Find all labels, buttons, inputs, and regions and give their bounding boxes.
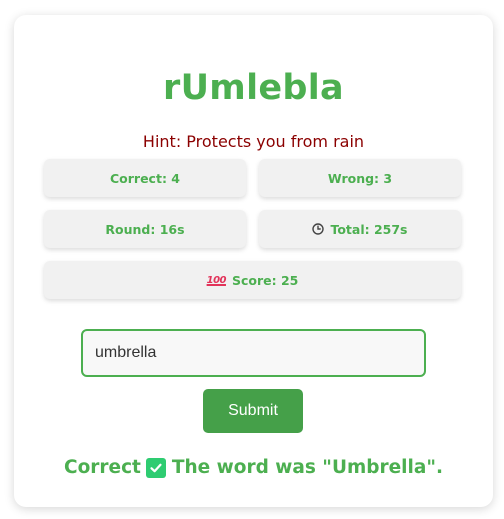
wrong-count-box: Wrong: 3 bbox=[259, 159, 461, 197]
feedback-text: The word was "Umbrella". bbox=[171, 457, 443, 478]
hundred-points-icon: 100 bbox=[206, 274, 227, 286]
check-mark-icon bbox=[145, 457, 166, 478]
total-timer-box: Total: 257s bbox=[259, 210, 461, 248]
feedback-message: Correct The word was "Umbrella". bbox=[14, 457, 493, 478]
wrong-count-label: Wrong: 3 bbox=[327, 170, 393, 186]
correct-count-label: Correct: 4 bbox=[109, 170, 180, 186]
hint-text: Hint: Protects you from rain bbox=[142, 132, 365, 151]
feedback-prefix: Correct bbox=[64, 457, 141, 478]
score-label: Score: 25 bbox=[231, 272, 299, 288]
clock-icon bbox=[312, 223, 325, 235]
correct-count-box: Correct: 4 bbox=[44, 159, 246, 197]
score-box: 100 Score: 25 bbox=[44, 261, 461, 299]
round-timer-label: Round: 16s bbox=[105, 221, 185, 237]
total-timer-label: Total: 257s bbox=[330, 221, 408, 237]
submit-button[interactable]: Submit bbox=[203, 389, 303, 433]
scrambled-word-title: rUmlebla bbox=[163, 68, 344, 108]
game-card: rUmlebla Hint: Protects you from rain Co… bbox=[14, 15, 493, 507]
answer-input[interactable] bbox=[81, 329, 426, 377]
round-timer-box: Round: 16s bbox=[44, 210, 246, 248]
